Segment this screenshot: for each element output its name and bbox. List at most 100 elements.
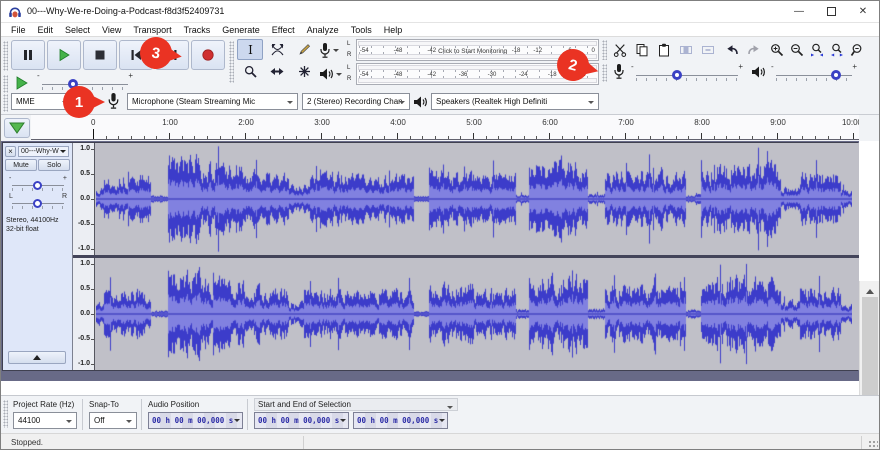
zoom-out-button[interactable]: [787, 39, 806, 60]
project-rate-dropdown[interactable]: 44100: [13, 412, 77, 429]
selection-start-field[interactable]: 00 h 00 m 00,000 s: [254, 412, 349, 429]
transport-grip[interactable]: [3, 41, 8, 71]
pause-icon: [21, 48, 35, 62]
tools-grip[interactable]: [229, 41, 234, 83]
fit-project-button[interactable]: [827, 39, 846, 60]
trim-outside-selection-button[interactable]: [676, 39, 696, 60]
project-rate-value: 44100: [18, 416, 40, 425]
recording-channels-dropdown[interactable]: 2 (Stereo) Recording Chan: [302, 93, 410, 110]
copy-button[interactable]: [632, 39, 652, 60]
cut-button[interactable]: [610, 39, 630, 60]
zoom-toggle-button[interactable]: [847, 39, 866, 60]
selection-toolbar-grip[interactable]: [3, 400, 8, 428]
paste-button[interactable]: [654, 39, 674, 60]
solo-button[interactable]: Solo: [38, 159, 70, 171]
annotation-number: 1: [63, 86, 95, 118]
mute-button[interactable]: Mute: [5, 159, 37, 171]
zoom-tool-button[interactable]: [237, 61, 263, 82]
annotation-pin-1: 1: [63, 86, 95, 118]
ruler-label: 10:00: [839, 118, 859, 127]
menu-file[interactable]: File: [5, 25, 32, 35]
multi-tool-button[interactable]: [291, 61, 317, 82]
recording-volume-slider[interactable]: - +: [631, 64, 743, 82]
draw-tool-icon: [298, 43, 311, 56]
timeline-ruler[interactable]: 0 1:00 2:00 3:00 4:00 5:00 6:00 7:00 8:0…: [31, 115, 859, 140]
close-button[interactable]: ✕: [847, 1, 879, 22]
menu-select[interactable]: Select: [59, 25, 96, 35]
resize-grip[interactable]: [868, 440, 878, 450]
track-collapse-button[interactable]: [8, 351, 66, 364]
menu-edit[interactable]: Edit: [32, 25, 60, 35]
scroll-up-icon: [866, 285, 874, 294]
zoom-in-button[interactable]: [767, 39, 786, 60]
envelope-tool-button[interactable]: [264, 39, 290, 60]
stop-button[interactable]: [83, 40, 117, 70]
play-at-speed-grip[interactable]: [3, 75, 8, 93]
pause-button[interactable]: [11, 40, 45, 70]
ruler-label: 7:00: [613, 118, 639, 127]
time-shift-tool-button[interactable]: [264, 61, 290, 82]
audio-host-value: MME: [16, 97, 35, 106]
snap-to-dropdown[interactable]: Off: [89, 412, 137, 429]
track-gain-slider[interactable]: - +: [7, 175, 69, 193]
dropdown-caret-icon: [588, 101, 594, 107]
waveform-canvas-right[interactable]: [96, 258, 852, 370]
status-bar: Stopped.: [1, 433, 879, 450]
selection-end-field[interactable]: 00 h 00 m 00,000 s: [353, 412, 448, 429]
audacity-window: 00---Why-We-re-Doing-a-Podcast-f8d3f5240…: [0, 0, 880, 450]
menu-tracks[interactable]: Tracks: [178, 25, 217, 35]
window-title: 00---Why-We-re-Doing-a-Podcast-f8d3f5240…: [27, 6, 224, 16]
vertical-scale-left-channel[interactable]: 1.0 0.5 0.0 -0.5 -1.0: [73, 143, 95, 255]
recording-channels-value: 2 (Stereo) Recording Chan: [307, 97, 403, 106]
track-pan-thumb[interactable]: [33, 199, 42, 208]
selection-tool-button[interactable]: I: [237, 39, 263, 60]
silence-selection-button[interactable]: [698, 39, 718, 60]
menu-transport[interactable]: Transport: [127, 25, 177, 35]
menu-generate[interactable]: Generate: [216, 25, 266, 35]
recording-volume-thumb[interactable]: [672, 70, 682, 80]
minimize-button[interactable]: —: [783, 1, 815, 22]
undo-button[interactable]: [722, 39, 742, 60]
silence-selection-icon: [701, 43, 715, 57]
project-rate-label: Project Rate (Hz): [13, 400, 74, 409]
dropdown-caret-icon: [447, 406, 453, 411]
zoom-in-icon: [770, 43, 784, 57]
selection-mode-label: Start and End of Selection: [258, 400, 351, 409]
waveform-canvas-left[interactable]: [96, 143, 852, 255]
play-at-speed-icon: [14, 75, 30, 91]
track-pan-slider[interactable]: L R: [7, 193, 69, 211]
timeline-options-button[interactable]: [4, 118, 30, 138]
copy-icon: [635, 43, 649, 57]
menu-effect[interactable]: Effect: [266, 25, 301, 35]
selection-mode-dropdown[interactable]: Start and End of Selection: [254, 398, 458, 411]
scroll-up-button[interactable]: [860, 281, 880, 297]
selection-start-value: 00 h 00 m 00,000 s: [258, 416, 339, 425]
track-close-button[interactable]: ×: [5, 146, 16, 157]
menu-help[interactable]: Help: [378, 25, 409, 35]
menu-analyze[interactable]: Analyze: [301, 25, 345, 35]
menu-view[interactable]: View: [96, 25, 127, 35]
waveform-left-channel[interactable]: [96, 143, 859, 255]
track-name-menu[interactable]: 00---Why-W: [18, 146, 69, 157]
draw-tool-button[interactable]: [291, 39, 317, 60]
recording-device-dropdown[interactable]: Microphone (Steam Streaming Mic: [127, 93, 298, 110]
play-button[interactable]: [47, 40, 81, 70]
maximize-button[interactable]: [815, 1, 847, 22]
redo-button[interactable]: [744, 39, 764, 60]
device-toolbar-grip[interactable]: [3, 94, 8, 112]
track-bitdepth-info: 32-bit float: [6, 226, 39, 233]
play-at-speed-button[interactable]: [10, 72, 34, 93]
edit-toolbar-grip[interactable]: [602, 40, 607, 60]
playback-volume-slider[interactable]: - +: [771, 64, 857, 82]
playback-device-dropdown[interactable]: Speakers (Realtek High Definiti: [431, 93, 599, 110]
playback-volume-thumb[interactable]: [831, 70, 841, 80]
waveform-right-channel[interactable]: [96, 258, 859, 370]
fit-selection-button[interactable]: [807, 39, 826, 60]
record-button[interactable]: [191, 40, 225, 70]
playback-device-value: Speakers (Realtek High Definiti: [436, 97, 547, 106]
playback-volume-speaker-icon: [751, 65, 766, 79]
menu-tools[interactable]: Tools: [345, 25, 378, 35]
track-gain-thumb[interactable]: [33, 181, 42, 190]
audio-position-field[interactable]: 00 h 00 m 00,000 s: [148, 412, 243, 429]
vertical-scale-right-channel[interactable]: 1.0 0.5 0.0 -0.5 -1.0: [73, 258, 95, 370]
